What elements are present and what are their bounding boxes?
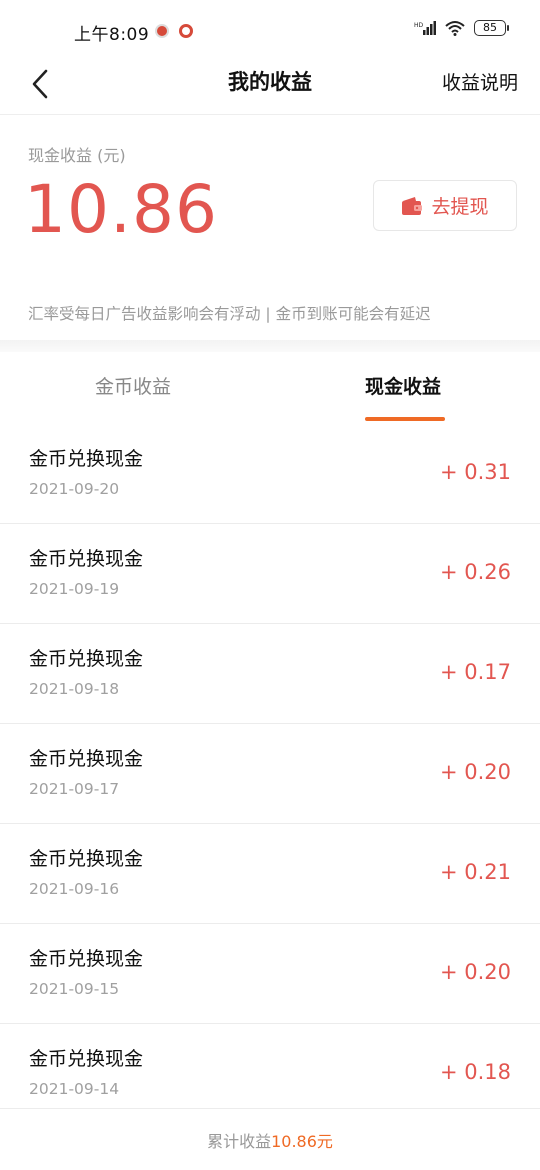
record-amount: + 0.21 [439, 860, 511, 884]
section-separator [0, 340, 540, 352]
notification-icon [155, 24, 169, 38]
cumulative-earnings-footer: 累计收益 10.86元 [0, 1108, 540, 1170]
earnings-record-list: 金币兑换现金 2021-09-20 + 0.31 金币兑换现金 2021-09-… [0, 424, 540, 1124]
cash-earnings-amount: 10.86 [24, 171, 218, 248]
record-amount: + 0.20 [439, 960, 511, 984]
wallet-icon [402, 196, 423, 215]
earnings-page: 上午8:09 HD 85 我的收益 收益说明 现金收益 (元) 10.86 去提… [0, 0, 540, 1170]
record-title: 金币兑换现金 [29, 648, 144, 670]
record-title: 金币兑换现金 [29, 548, 144, 570]
list-item: 金币兑换现金 2021-09-17 + 0.20 [0, 724, 540, 824]
record-date: 2021-09-16 [29, 880, 120, 898]
list-item: 金币兑换现金 2021-09-18 + 0.17 [0, 624, 540, 724]
record-date: 2021-09-14 [29, 1080, 120, 1098]
cellular-signal-icon: HD [414, 20, 436, 36]
record-title: 金币兑换现金 [29, 1048, 144, 1070]
list-item: 金币兑换现金 2021-09-16 + 0.21 [0, 824, 540, 924]
record-date: 2021-09-17 [29, 780, 120, 798]
record-title: 金币兑换现金 [29, 748, 144, 770]
nav-divider [0, 114, 540, 115]
record-title: 金币兑换现金 [29, 948, 144, 970]
status-indicators: HD 85 [414, 20, 509, 36]
record-amount: + 0.31 [439, 460, 511, 484]
battery-icon: 85 [474, 20, 509, 36]
status-bar: 上午8:09 HD 85 [0, 0, 540, 62]
record-amount: + 0.26 [439, 560, 511, 584]
active-tab-indicator [365, 417, 445, 421]
record-title: 金币兑换现金 [29, 448, 144, 470]
record-date: 2021-09-20 [29, 480, 120, 498]
list-item: 金币兑换现金 2021-09-19 + 0.26 [0, 524, 540, 624]
tab-coin-earnings[interactable]: 金币收益 [95, 372, 171, 399]
exchange-rate-notice: 汇率受每日广告收益影响会有浮动 | 金币到账可能会有延迟 [28, 305, 431, 323]
record-amount: + 0.20 [439, 760, 511, 784]
top-nav-bar: 我的收益 收益说明 [0, 62, 540, 114]
record-date: 2021-09-18 [29, 680, 120, 698]
record-amount: + 0.17 [439, 660, 511, 684]
list-item: 金币兑换现金 2021-09-20 + 0.31 [0, 424, 540, 524]
status-time: 上午8:09 [74, 25, 150, 45]
network-type-label: HD [414, 22, 424, 29]
earnings-explanation-link[interactable]: 收益说明 [442, 68, 518, 95]
earnings-tabs: 金币收益 现金收益 [0, 352, 540, 424]
record-title: 金币兑换现金 [29, 848, 144, 870]
cash-earnings-label: 现金收益 (元) [28, 146, 126, 165]
record-amount: + 0.18 [439, 1060, 511, 1084]
record-date: 2021-09-19 [29, 580, 120, 598]
record-date: 2021-09-15 [29, 980, 120, 998]
wifi-icon [444, 20, 466, 36]
withdraw-label: 去提现 [431, 196, 489, 218]
withdraw-button[interactable]: 去提现 [373, 180, 517, 231]
list-item: 金币兑换现金 2021-09-15 + 0.20 [0, 924, 540, 1024]
cumulative-earnings-value: 10.86元 [271, 1131, 333, 1151]
tab-cash-earnings[interactable]: 现金收益 [365, 372, 441, 399]
cumulative-earnings-label: 累计收益 [207, 1131, 272, 1151]
notification-icon [179, 24, 193, 38]
